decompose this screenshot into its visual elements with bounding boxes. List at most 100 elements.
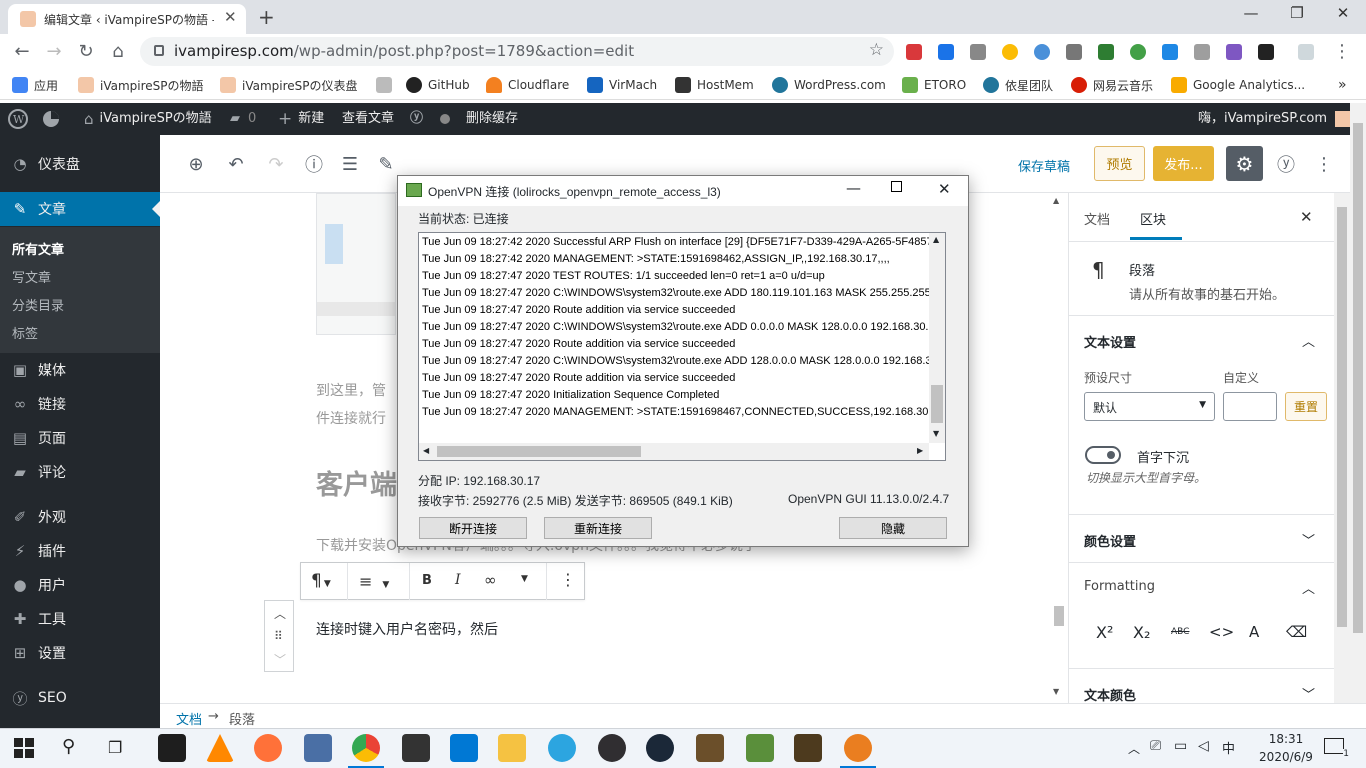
bookmarks-overflow-icon[interactable]: » — [1338, 76, 1347, 94]
bookmark-item[interactable]: iVampireSPの仪表盘 — [220, 76, 358, 94]
block-more-options-icon[interactable]: ⋮ — [560, 570, 576, 589]
back-icon[interactable]: ← — [12, 42, 32, 62]
breadcrumb-block[interactable]: 段落 — [229, 709, 255, 728]
clear-formatting-icon[interactable]: ⌫ — [1286, 623, 1307, 641]
tray-overflow-icon[interactable]: ︿ — [1128, 740, 1140, 757]
add-block-icon[interactable]: ⊕ — [184, 152, 208, 176]
chevron-up-icon[interactable]: ︿ — [1302, 578, 1315, 597]
bookmark-apps[interactable]: 应用 — [12, 76, 58, 94]
code-icon[interactable]: <> — [1209, 623, 1234, 641]
bookmark-item[interactable]: 网易云音乐 — [1071, 76, 1153, 94]
bold-icon[interactable]: B — [422, 573, 432, 588]
preview-button[interactable]: 预览 — [1094, 146, 1145, 181]
maximize-icon[interactable]: ❐ — [1274, 4, 1320, 22]
heading-text[interactable]: 客户端 — [316, 463, 397, 502]
editor-scrollbar[interactable]: ▲ ▼ — [1053, 196, 1065, 700]
page-scrollbar[interactable] — [1350, 103, 1366, 728]
text-color-heading[interactable]: 文本颜色 — [1084, 685, 1136, 704]
notification-icon[interactable]: 1 — [1324, 738, 1349, 759]
settings-gear-icon[interactable]: ⚙ — [1226, 146, 1263, 181]
steam-app-icon[interactable] — [646, 734, 674, 762]
ime-indicator[interactable]: 中 — [1222, 738, 1235, 757]
battery-tray-icon[interactable]: ▭ — [1174, 738, 1187, 754]
site-name-link[interactable]: ⌂ iVampireSPの物語 — [84, 103, 212, 135]
block-navigation-icon[interactable]: ☰ — [338, 152, 362, 176]
bookmark-item[interactable]: GitHub — [406, 76, 470, 94]
edit-mode-icon[interactable]: ✎ — [374, 152, 398, 176]
submenu-categories[interactable]: 分类目录 — [12, 295, 64, 314]
sidebar-item-links[interactable]: ∞ 链接 — [0, 387, 160, 421]
publish-button[interactable]: 发布... — [1153, 146, 1214, 181]
text-color-icon[interactable]: A — [1249, 623, 1259, 641]
drag-handle-icon[interactable]: ⠿ — [274, 629, 283, 643]
reset-button[interactable]: 重置 — [1285, 392, 1327, 421]
clock-date[interactable]: 2020/6/9 — [1250, 750, 1322, 764]
strikethrough-icon[interactable]: ABC — [1171, 627, 1189, 637]
new-content-link[interactable]: + 新建 — [278, 103, 324, 135]
sidebar-item-pages[interactable]: ▤ 页面 — [0, 421, 160, 455]
minimize-icon[interactable]: — — [846, 179, 861, 197]
bookmark-item[interactable]: WordPress.com — [772, 76, 886, 94]
sidebar-item-dashboard[interactable]: ◔ 仪表盘 — [0, 147, 160, 181]
browser-tab[interactable]: 编辑文章 ‹ iVampireSPの物語 — ✕ — [8, 4, 246, 34]
reconnect-button[interactable]: 重新连接 — [544, 517, 652, 539]
chevron-up-icon[interactable]: ︿ — [1302, 331, 1315, 350]
save-draft-button[interactable]: 保存草稿 — [1018, 156, 1070, 175]
forward-icon[interactable]: → — [44, 42, 64, 62]
url-bar[interactable]: ivampiresp.com/wp-admin/post.php?post=17… — [140, 37, 894, 66]
vscode-app-icon[interactable] — [450, 734, 478, 762]
hide-button[interactable]: 隐藏 — [839, 517, 947, 539]
dropcap-toggle[interactable] — [1085, 446, 1121, 464]
extension-icon[interactable] — [1130, 44, 1146, 60]
firefox-app-icon[interactable] — [254, 734, 282, 762]
sidebar-item-posts[interactable]: ✎ 文章 — [0, 192, 160, 226]
profile-icon[interactable] — [1298, 44, 1314, 60]
submenu-tags[interactable]: 标签 — [12, 323, 38, 342]
yoast-sidebar-icon[interactable]: ⓨ — [1274, 152, 1298, 176]
extension-icon[interactable] — [1258, 44, 1274, 60]
extension-icon[interactable] — [1066, 44, 1082, 60]
clear-cache-link[interactable]: 删除缓存 — [466, 103, 518, 135]
close-icon[interactable]: ✕ — [938, 180, 951, 198]
tab-document[interactable]: 文档 — [1084, 209, 1110, 228]
telegram-app-icon[interactable] — [548, 734, 576, 762]
text-settings-heading[interactable]: 文本设置 — [1084, 332, 1136, 351]
font-size-select[interactable]: 默认 ▼ — [1084, 392, 1215, 421]
stats-icon[interactable] — [42, 103, 60, 135]
store-app-icon[interactable] — [402, 734, 430, 762]
move-down-icon[interactable]: ﹀ — [274, 651, 286, 668]
search-icon[interactable]: ⚲ — [62, 736, 75, 757]
more-options-icon[interactable]: ⋮ — [1312, 152, 1336, 176]
chrome-app-icon[interactable] — [352, 734, 380, 762]
breadcrumb-document[interactable]: 文档 — [176, 709, 202, 728]
sidebar-item-seo[interactable]: ⓨ SEO — [0, 681, 160, 715]
tab-close-icon[interactable]: ✕ — [224, 8, 237, 26]
openvpn-titlebar[interactable]: OpenVPN 连接 (lolirocks_openvpn_remote_acc… — [398, 176, 968, 206]
close-window-icon[interactable]: ✕ — [1320, 4, 1366, 22]
sidebar-item-plugins[interactable]: ⚡ 插件 — [0, 534, 160, 568]
translate-extension-icon[interactable] — [938, 44, 954, 60]
log-vertical-scrollbar[interactable]: ▲ ▼ — [929, 233, 945, 443]
paragraph-text[interactable]: 到这里，管 — [316, 380, 386, 400]
bookmark-item[interactable]: Google Analytics... — [1171, 76, 1305, 94]
more-formats-chevron-icon[interactable]: ▼ — [521, 574, 528, 584]
italic-icon[interactable]: I — [455, 572, 461, 588]
superscript-icon[interactable]: X² — [1096, 623, 1113, 642]
sidebar-item-appearance[interactable]: ✐ 外观 — [0, 500, 160, 534]
my-account-link[interactable]: 嗨，iVampireSP.com — [1198, 103, 1352, 135]
chrome-menu-icon[interactable]: ⋮ — [1332, 42, 1352, 62]
extension-icon[interactable] — [1162, 44, 1178, 60]
bookmark-item[interactable]: VirMach — [587, 76, 657, 94]
terminal-app-icon[interactable] — [158, 734, 186, 762]
disconnect-button[interactable]: 断开连接 — [419, 517, 527, 539]
home-icon[interactable]: ⌂ — [108, 42, 128, 62]
maximize-icon[interactable] — [891, 181, 902, 192]
sidebar-scrollbar[interactable] — [1334, 193, 1350, 703]
color-settings-heading[interactable]: 颜色设置 — [1084, 531, 1136, 550]
yoast-adminbar-icon[interactable]: ⓨ — [410, 103, 423, 135]
sidebar-item-media[interactable]: ▣ 媒体 — [0, 353, 160, 387]
wordpress-logo-icon[interactable]: W — [8, 103, 28, 135]
network-app-icon[interactable] — [304, 734, 332, 762]
obs-app-icon[interactable] — [598, 734, 626, 762]
extension-icon[interactable] — [970, 44, 986, 60]
